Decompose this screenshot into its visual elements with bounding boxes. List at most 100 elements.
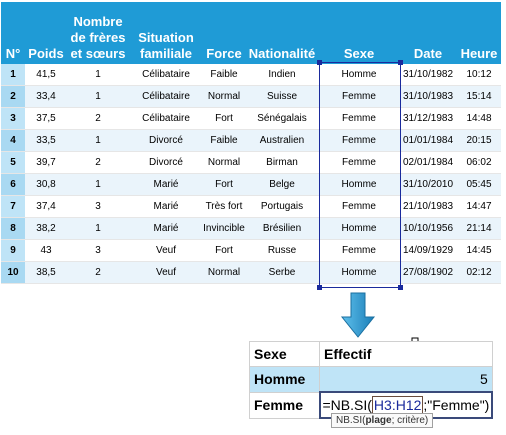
- cell-sexe[interactable]: Homme: [319, 64, 399, 86]
- cell-nationalite[interactable]: Russe: [245, 239, 319, 262]
- cell-poids[interactable]: 39,7: [25, 151, 67, 174]
- cell-freres[interactable]: 3: [67, 195, 129, 218]
- cell-situation[interactable]: Marié: [129, 195, 203, 218]
- cell-sexe[interactable]: Femme: [319, 195, 399, 218]
- header-freres[interactable]: Nombre de frères et sœurs: [67, 2, 129, 64]
- cell-nationalite[interactable]: Australien: [245, 129, 319, 152]
- cell-situation[interactable]: Divorcé: [129, 129, 203, 152]
- cell-nationalite[interactable]: Belge: [245, 173, 319, 196]
- cell-heure[interactable]: 20:15: [457, 129, 501, 152]
- cell-freres[interactable]: 1: [67, 217, 129, 240]
- cell-date[interactable]: 31/10/1983: [399, 85, 457, 108]
- cell-heure[interactable]: 21:14: [457, 217, 501, 240]
- cell-num[interactable]: 6: [1, 173, 25, 196]
- cell-situation[interactable]: Veuf: [129, 261, 203, 284]
- cell-poids[interactable]: 37,5: [25, 107, 67, 130]
- cell-situation[interactable]: Célibataire: [129, 107, 203, 130]
- header-force[interactable]: Force: [203, 2, 245, 64]
- tooltip-arg-plage[interactable]: plage: [365, 415, 391, 426]
- header-sexe[interactable]: Sexe: [319, 2, 399, 64]
- cell-poids[interactable]: 30,8: [25, 173, 67, 196]
- cell-sexe[interactable]: Femme: [319, 107, 399, 130]
- cell-situation[interactable]: Marié: [129, 217, 203, 240]
- cell-num[interactable]: 5: [1, 151, 25, 174]
- cell-freres[interactable]: 1: [67, 64, 129, 86]
- cell-date[interactable]: 31/10/1982: [399, 64, 457, 86]
- cell-freres[interactable]: 1: [67, 173, 129, 196]
- cell-force[interactable]: Fort: [203, 107, 245, 130]
- cell-heure[interactable]: 14:47: [457, 195, 501, 218]
- cell-sexe[interactable]: Femme: [319, 85, 399, 108]
- selection-handle-bottom-left[interactable]: [317, 285, 322, 290]
- tooltip-func[interactable]: NB.SI(: [336, 415, 365, 426]
- header-situation[interactable]: Situation familiale: [129, 2, 203, 64]
- homme-label-cell[interactable]: Homme: [249, 366, 320, 393]
- count-header-effectif[interactable]: Effectif: [319, 341, 493, 367]
- cell-num[interactable]: 3: [1, 107, 25, 130]
- cell-date[interactable]: 21/10/1983: [399, 195, 457, 218]
- cell-sexe[interactable]: Femme: [319, 151, 399, 174]
- cell-heure[interactable]: 06:02: [457, 151, 501, 174]
- cell-nationalite[interactable]: Brésilien: [245, 217, 319, 240]
- cell-nationalite[interactable]: Birman: [245, 151, 319, 174]
- femme-label-cell[interactable]: Femme: [249, 391, 320, 419]
- cell-force[interactable]: Fort: [203, 239, 245, 262]
- tooltip-rest[interactable]: ; critère): [392, 415, 429, 426]
- count-header-sexe[interactable]: Sexe: [249, 341, 320, 367]
- cell-date[interactable]: 27/08/1902: [399, 261, 457, 284]
- cell-heure[interactable]: 14:45: [457, 239, 501, 262]
- cell-num[interactable]: 10: [1, 261, 25, 284]
- cell-poids[interactable]: 43: [25, 239, 67, 262]
- cell-sexe[interactable]: Homme: [319, 173, 399, 196]
- cell-poids[interactable]: 37,4: [25, 195, 67, 218]
- cell-force[interactable]: Normal: [203, 151, 245, 174]
- cell-heure[interactable]: 10:12: [457, 64, 501, 86]
- header-num[interactable]: N°: [1, 2, 25, 64]
- cell-nationalite[interactable]: Portugais: [245, 195, 319, 218]
- cell-force[interactable]: Normal: [203, 85, 245, 108]
- cell-situation[interactable]: Divorcé: [129, 151, 203, 174]
- cell-poids[interactable]: 38,5: [25, 261, 67, 284]
- cell-poids[interactable]: 33,5: [25, 129, 67, 152]
- header-nationalite[interactable]: Nationalité: [245, 2, 319, 64]
- cell-sexe[interactable]: Femme: [319, 129, 399, 152]
- cell-poids[interactable]: 33,4: [25, 85, 67, 108]
- cell-nationalite[interactable]: Indien: [245, 64, 319, 86]
- header-date[interactable]: Date: [399, 2, 457, 64]
- cell-force[interactable]: Normal: [203, 261, 245, 284]
- cell-date[interactable]: 10/10/1956: [399, 217, 457, 240]
- function-tooltip[interactable]: NB.SI(plage; critère): [331, 413, 434, 428]
- cell-freres[interactable]: 3: [67, 239, 129, 262]
- cell-num[interactable]: 9: [1, 239, 25, 262]
- cell-date[interactable]: 14/09/1929: [399, 239, 457, 262]
- homme-count-cell[interactable]: 5: [319, 366, 493, 393]
- cell-heure[interactable]: 14:48: [457, 107, 501, 130]
- cell-situation[interactable]: Célibataire: [129, 64, 203, 86]
- cell-poids[interactable]: 38,2: [25, 217, 67, 240]
- header-heure[interactable]: Heure: [457, 2, 501, 64]
- cell-force[interactable]: Fort: [203, 173, 245, 196]
- cell-date[interactable]: 02/01/1984: [399, 151, 457, 174]
- cell-freres[interactable]: 2: [67, 261, 129, 284]
- cell-num[interactable]: 1: [1, 64, 25, 86]
- cell-date[interactable]: 31/12/1983: [399, 107, 457, 130]
- cell-force[interactable]: Invincible: [203, 217, 245, 240]
- cell-num[interactable]: 8: [1, 217, 25, 240]
- cell-freres[interactable]: 2: [67, 107, 129, 130]
- cell-nationalite[interactable]: Serbe: [245, 261, 319, 284]
- cell-situation[interactable]: Marié: [129, 173, 203, 196]
- cell-num[interactable]: 7: [1, 195, 25, 218]
- cell-heure[interactable]: 15:14: [457, 85, 501, 108]
- cell-num[interactable]: 2: [1, 85, 25, 108]
- cell-sexe[interactable]: Homme: [319, 217, 399, 240]
- cell-poids[interactable]: 41,5: [25, 64, 67, 86]
- cell-date[interactable]: 31/10/2010: [399, 173, 457, 196]
- cell-force[interactable]: Faible: [203, 129, 245, 152]
- cell-num[interactable]: 4: [1, 129, 25, 152]
- cell-sexe[interactable]: Homme: [319, 261, 399, 284]
- cell-situation[interactable]: Veuf: [129, 239, 203, 262]
- cell-situation[interactable]: Célibataire: [129, 85, 203, 108]
- header-poids[interactable]: Poids: [25, 2, 67, 64]
- cell-force[interactable]: Faible: [203, 64, 245, 86]
- cell-freres[interactable]: 2: [67, 151, 129, 174]
